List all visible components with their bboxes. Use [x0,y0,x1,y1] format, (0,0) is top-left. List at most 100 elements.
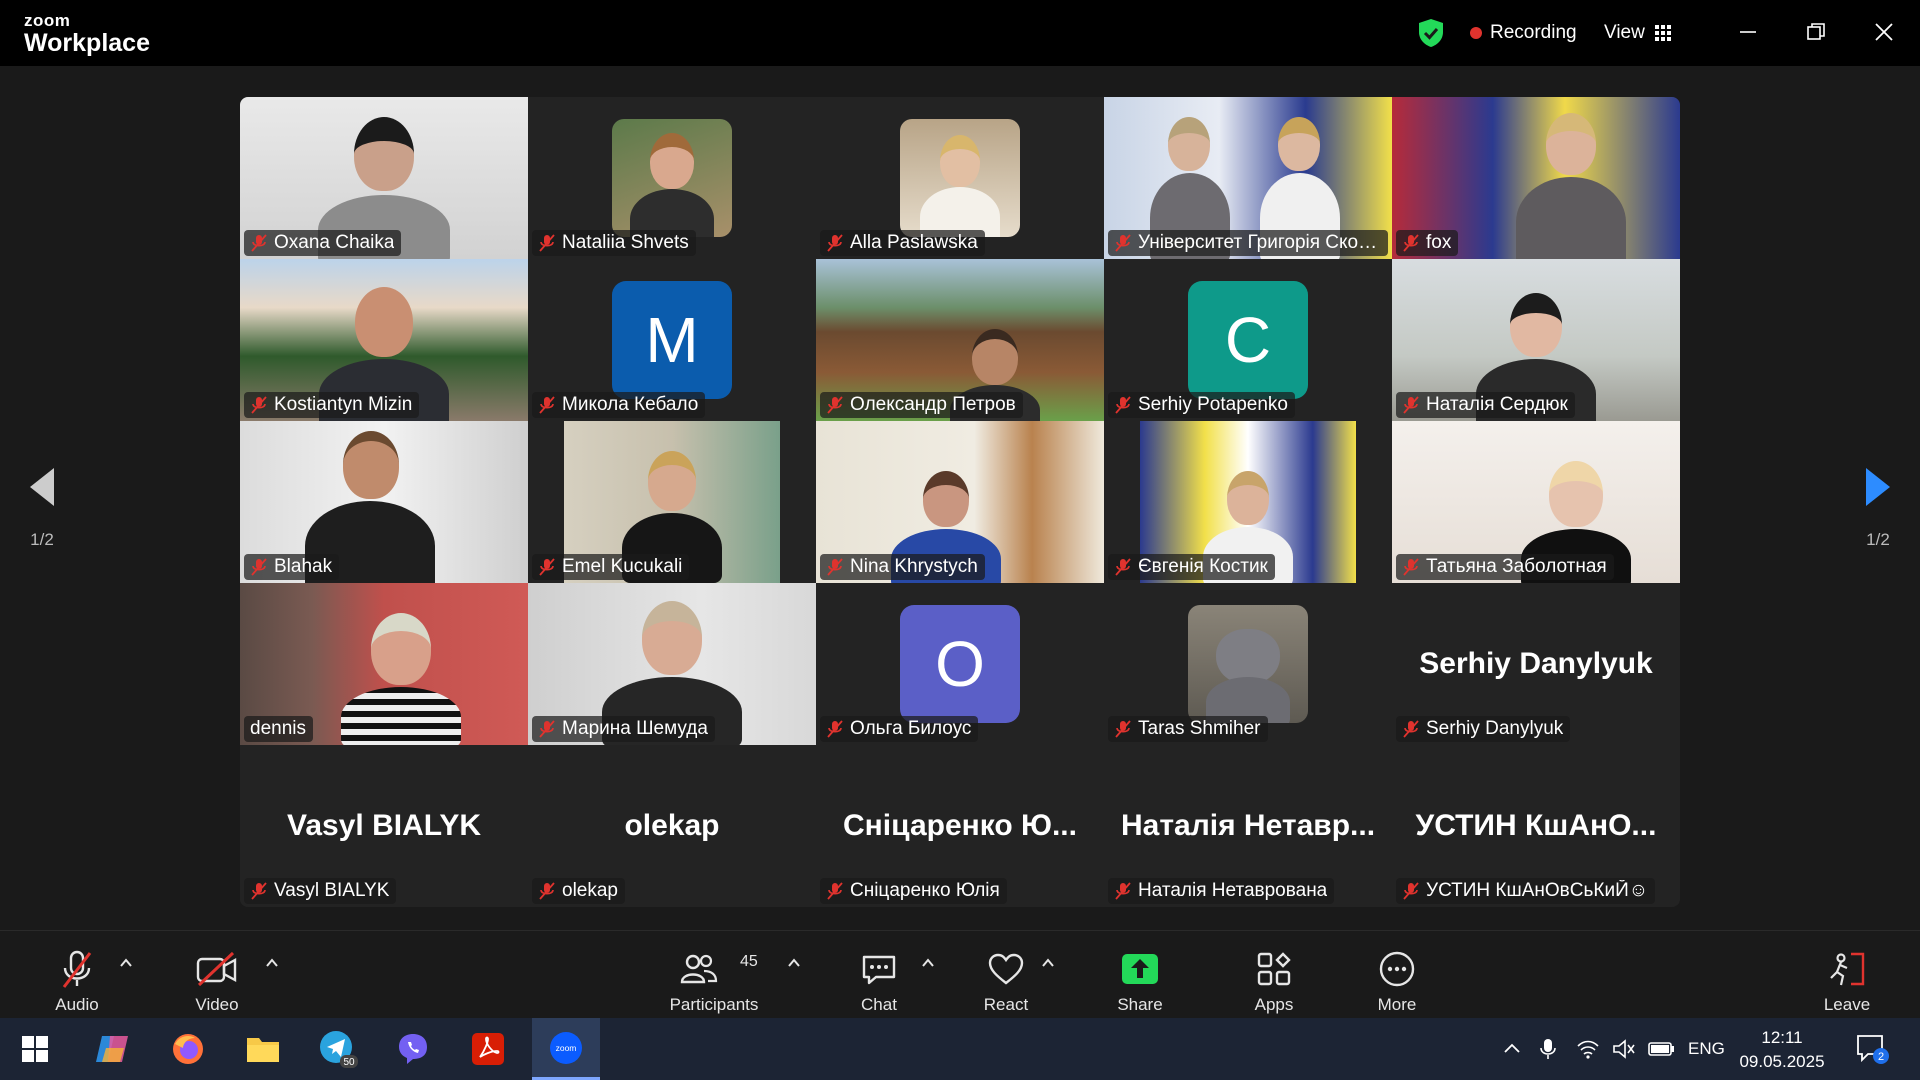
taskbar-file-explorer[interactable] [233,1018,293,1080]
participant-tile[interactable]: Vasyl BIALYK Vasyl BIALYK [240,745,528,907]
close-button[interactable] [1864,14,1904,50]
participant-tile[interactable]: Nina Khrystych [816,421,1104,583]
participant-tile[interactable]: fox [1392,97,1680,259]
taskbar-telegram[interactable]: 50 [308,1018,368,1080]
react-button[interactable]: React [951,939,1061,1015]
audio-options-chevron-up-icon[interactable] [118,955,134,971]
muted-mic-icon [1115,234,1131,252]
participant-name: Олександр Петров [850,394,1016,415]
participant-tile[interactable]: Kostiantyn Mizin [240,259,528,421]
participants-button[interactable]: Participants [659,939,769,1015]
chevron-up-icon [1504,1043,1520,1053]
muted-mic-icon [1403,882,1419,900]
arrow-left-icon [30,468,54,506]
stopped-video-icon [196,951,237,987]
participant-tile[interactable]: Наталія Нетавр... Наталія Нетаврована [1104,745,1392,907]
viber-icon [399,1034,427,1064]
participant-nametag: Сніцаренко Юлія [820,878,1007,904]
taskbar-zoom[interactable]: zoom [532,1018,600,1080]
participant-tile[interactable]: Oxana Chaika [240,97,528,259]
restore-button[interactable] [1796,14,1836,50]
muted-mic-icon [1115,396,1131,414]
react-options-chevron-up-icon[interactable] [1040,955,1056,971]
muted-mic-icon [827,558,843,576]
muted-mic-icon [1403,234,1419,252]
muted-mic-icon [827,396,843,414]
taskbar-viber[interactable] [383,1018,443,1080]
encryption-shield-icon[interactable] [1418,0,1446,66]
participant-tile[interactable]: Blahak [240,421,528,583]
tray-volume[interactable] [1612,1018,1636,1080]
participant-tile[interactable]: Serhiy Danylyuk Serhiy Danylyuk [1392,583,1680,745]
participant-name: Ольга Билоус [850,718,972,739]
participant-name: Nina Khrystych [850,556,978,577]
participant-tile[interactable]: M Микола Кебало [528,259,816,421]
participants-options-chevron-up-icon[interactable] [786,955,802,971]
chat-button[interactable]: Chat [824,939,934,1015]
participant-name: Університет Григорія Сковоро... [1138,232,1381,253]
muted-mic-icon [1115,558,1131,576]
participant-name: Emel Kucukali [562,556,683,577]
participant-nametag: Олександр Петров [820,392,1023,418]
input-language[interactable]: ENG [1688,1018,1725,1080]
participant-tile[interactable]: Nataliia Shvets [528,97,816,259]
tray-battery[interactable] [1648,1018,1676,1080]
prev-page-button[interactable]: 1/2 [2,466,82,550]
taskbar-acrobat[interactable] [458,1018,518,1080]
taskbar-copilot[interactable] [82,1018,142,1080]
participant-nametag: Наталія Сердюк [1396,392,1575,418]
participant-name: fox [1426,232,1452,253]
participant-tile[interactable]: Університет Григорія Сковоро... [1104,97,1392,259]
system-clock[interactable]: 12:11 09.05.2025 [1734,1026,1830,1074]
chat-options-chevron-up-icon[interactable] [920,955,936,971]
participant-tile[interactable]: olekap olekap [528,745,816,907]
participant-tile[interactable]: C Serhiy Potapenko [1104,259,1392,421]
notification-center-button[interactable]: 2 [1856,1018,1890,1080]
next-page-button[interactable]: 1/2 [1838,466,1918,550]
participant-tile[interactable]: Taras Shmiher [1104,583,1392,745]
participant-tile[interactable]: Євгенія Костик [1104,421,1392,583]
battery-icon [1648,1042,1674,1056]
participant-name: Alla Paslawska [850,232,978,253]
participant-tile[interactable]: Марина Шемуда [528,583,816,745]
firefox-icon [173,1034,203,1064]
share-label: Share [1117,995,1163,1014]
recording-indicator[interactable]: Recording [1470,0,1577,66]
video-options-chevron-up-icon[interactable] [264,955,280,971]
participant-tile[interactable]: Сніцаренко Ю... Сніцаренко Юлія [816,745,1104,907]
participant-tile[interactable]: Наталія Сердюк [1392,259,1680,421]
tray-microphone[interactable] [1538,1018,1558,1080]
tray-network[interactable] [1576,1018,1600,1080]
muted-mic-icon [539,720,555,738]
react-label: React [983,995,1029,1014]
audio-button[interactable]: Audio [22,939,132,1015]
more-button[interactable]: More [1342,939,1452,1015]
video-button[interactable]: Video [162,939,272,1015]
participant-tile[interactable]: Татьяна Заболотная [1392,421,1680,583]
participant-tile-active-speaker[interactable]: dennis [240,583,528,745]
participant-name: Oxana Chaika [274,232,395,253]
view-button[interactable]: View [1604,0,1671,66]
apps-button[interactable]: Apps [1219,939,1329,1015]
participant-tile[interactable]: O Ольга Билоус [816,583,1104,745]
leave-button[interactable]: Leave [1792,939,1902,1015]
participant-tile[interactable]: УСТИН КшАнО... УСТИН КшАнОвСьКиЙ☺ [1392,745,1680,907]
avatar: O [900,605,1020,723]
arrow-right-icon [1866,468,1890,506]
muted-mic-icon [251,558,267,576]
cat-avatar [1188,605,1308,723]
participant-nametag: Oxana Chaika [244,230,402,256]
muted-mic-icon [827,882,843,900]
avatar: C [1188,281,1308,399]
show-hidden-icons-button[interactable] [1502,1018,1522,1080]
participant-name: Blahak [274,556,333,577]
taskbar-firefox[interactable] [158,1018,218,1080]
notifications-icon: 2 [1857,1035,1889,1064]
minimize-button[interactable] [1728,14,1768,50]
participant-tile[interactable]: Олександр Петров [816,259,1104,421]
share-button[interactable]: Share [1085,939,1195,1015]
start-button[interactable] [5,1018,65,1080]
participant-tile[interactable]: Emel Kucukali [528,421,816,583]
participant-tile[interactable]: Alla Paslawska [816,97,1104,259]
participant-nametag: Vasyl BIALYK [244,878,397,904]
